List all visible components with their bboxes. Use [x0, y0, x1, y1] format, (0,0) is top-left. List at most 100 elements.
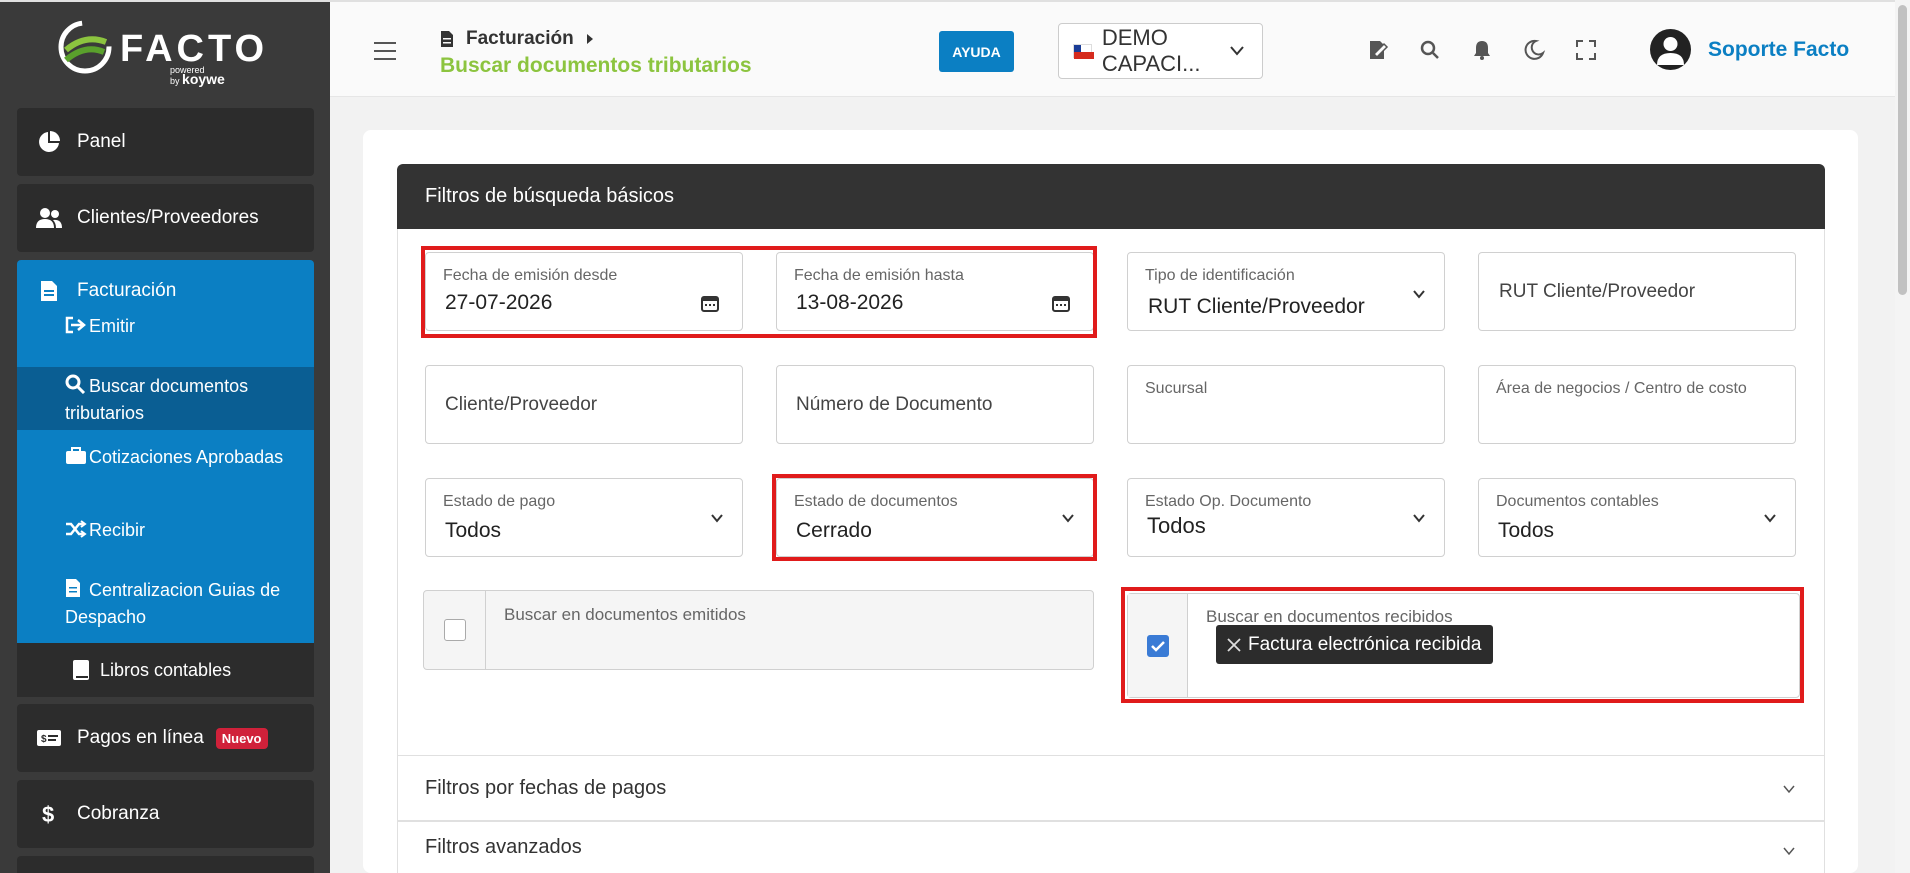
- breadcrumb: Facturación: [440, 28, 594, 50]
- sidebar-item-label: Clientes/Proveedores: [77, 207, 259, 228]
- sub-label: Recibir: [89, 520, 146, 540]
- estado-pago-select[interactable]: Estado de pago Todos: [425, 478, 743, 557]
- caret-right-icon: [586, 33, 594, 45]
- accordion-filtros-avanzados[interactable]: Filtros avanzados: [397, 821, 1825, 873]
- sidebar-sub-recibir[interactable]: Recibir: [17, 518, 314, 550]
- book-icon: [72, 659, 90, 681]
- sidebar-sub-cotizaciones[interactable]: Cotizaciones Aprobadas: [17, 438, 314, 493]
- sidebar-item-facturacion[interactable]: Facturación: [35, 280, 176, 302]
- tipo-identificacion-select[interactable]: Tipo de identificación RUT Cliente/Prove…: [1127, 252, 1445, 331]
- sidebar-sub-centralizacion[interactable]: Centralizacion Guias de Despacho: [17, 578, 314, 633]
- search-icon[interactable]: [1418, 38, 1442, 62]
- search-icon: [65, 374, 87, 401]
- chevron-down-icon: [1413, 514, 1425, 523]
- sucursal-select[interactable]: Sucursal: [1127, 365, 1445, 444]
- pie-chart-icon: [35, 128, 63, 156]
- user-name[interactable]: Soporte Facto: [1708, 38, 1849, 62]
- highlight-estado-documentos: [772, 474, 1097, 561]
- file-icon: [440, 30, 454, 48]
- sidebar-sub-libros[interactable]: Libros contables: [17, 643, 314, 697]
- shuffle-icon: [65, 520, 87, 545]
- emitidos-field: Buscar en documentos emitidos: [423, 590, 1094, 670]
- chile-flag-icon: [1073, 44, 1094, 59]
- avatar[interactable]: [1650, 29, 1691, 70]
- sidebar-item-pagos[interactable]: $ Pagos en línea Nuevo: [17, 704, 314, 772]
- signature-icon[interactable]: [1366, 38, 1390, 62]
- chevron-down-icon: [711, 514, 723, 523]
- by-text: by: [170, 76, 180, 86]
- field-value: RUT Cliente/Proveedor: [1148, 295, 1365, 318]
- field-label: Tipo de identificación: [1145, 267, 1295, 284]
- field-label: Buscar en documentos emitidos: [504, 605, 746, 624]
- money-bill-icon: $: [35, 724, 63, 752]
- accordion-fechas-pagos[interactable]: Filtros por fechas de pagos: [397, 755, 1825, 821]
- sub-label: Cotizaciones Aprobadas: [89, 447, 284, 467]
- chevron-down-icon: [1764, 514, 1776, 523]
- sidebar-sub-buscar[interactable]: Buscar documentos tributarios: [17, 367, 314, 430]
- estado-op-select[interactable]: Estado Op. Documento Todos: [1127, 478, 1445, 557]
- brand-powered: powered by koywe: [170, 66, 225, 87]
- rut-input[interactable]: RUT Cliente/Proveedor: [1478, 252, 1796, 331]
- emitidos-checkbox[interactable]: [443, 619, 466, 641]
- breadcrumb-label[interactable]: Facturación: [466, 28, 574, 50]
- facto-logo[interactable]: FACTO powered by koywe: [58, 18, 278, 86]
- field-placeholder: Número de Documento: [796, 394, 993, 415]
- cliente-proveedor-input[interactable]: Cliente/Proveedor: [425, 365, 743, 444]
- field-value: Todos: [1498, 519, 1555, 542]
- field-label: Estado Op. Documento: [1145, 493, 1312, 510]
- sidebar-item-cobranza[interactable]: $ Cobranza: [17, 780, 314, 848]
- sidebar-item-panel[interactable]: Panel: [17, 108, 314, 176]
- field-placeholder: RUT Cliente/Proveedor: [1499, 281, 1696, 302]
- accordion-label: Filtros avanzados: [425, 835, 582, 858]
- panel-title: Filtros de búsqueda básicos: [425, 185, 675, 207]
- dollar-icon: $: [35, 800, 63, 828]
- highlight-dates: [421, 246, 1097, 338]
- field-value: Todos: [445, 519, 502, 542]
- sub-label: Emitir: [89, 316, 135, 336]
- chevron-down-icon: [1783, 847, 1795, 856]
- sub-label: Centralizacion Guias de Despacho: [65, 580, 281, 627]
- menu-toggle-icon[interactable]: [374, 42, 396, 60]
- sidebar-item-more[interactable]: [17, 856, 314, 873]
- numero-documento-input[interactable]: Número de Documento: [776, 365, 1094, 444]
- sidebar-item-label: Panel: [77, 131, 126, 152]
- user-icon: [1657, 37, 1684, 65]
- scrollbar-thumb[interactable]: [1898, 5, 1907, 295]
- sidebar-sub-emitir[interactable]: Emitir: [17, 314, 314, 346]
- company-select[interactable]: DEMO CAPACI...: [1058, 23, 1263, 79]
- file-icon: [35, 280, 63, 302]
- sidebar-item-label: Cobranza: [77, 803, 160, 824]
- fullscreen-icon[interactable]: [1574, 38, 1598, 62]
- users-icon: [35, 204, 63, 232]
- highlight-recibidos: [1121, 587, 1804, 703]
- page-scrollbar[interactable]: [1895, 0, 1910, 873]
- sidebar: FACTO powered by koywe Panel Clientes/Pr…: [0, 0, 330, 873]
- sign-out-icon: [65, 316, 87, 341]
- field-label: Documentos contables: [1496, 493, 1659, 510]
- field-value: Todos: [1147, 513, 1206, 538]
- sidebar-item-clientes[interactable]: Clientes/Proveedores: [17, 184, 314, 252]
- chevron-down-icon: [1230, 46, 1244, 56]
- chevron-down-icon: [1413, 290, 1425, 299]
- sidebar-facturacion-group: Facturación Emitir Buscar documentos tri…: [17, 260, 314, 643]
- sidebar-item-label: Facturación: [77, 280, 177, 301]
- sidebar-item-label: Pagos en línea: [77, 727, 204, 748]
- field-label: Sucursal: [1145, 380, 1208, 397]
- partner-name: koywe: [182, 71, 225, 87]
- basic-filters-header[interactable]: Filtros de búsqueda básicos: [397, 164, 1825, 229]
- field-placeholder: Cliente/Proveedor: [445, 394, 598, 415]
- page-title: Buscar documentos tributarios: [440, 54, 752, 77]
- emitidos-checkbox-cell: [424, 591, 486, 669]
- chevron-down-icon: [1783, 785, 1795, 794]
- top-header: Facturación Buscar documentos tributario…: [330, 0, 1910, 97]
- moon-icon[interactable]: [1522, 38, 1546, 62]
- field-label: Estado de pago: [443, 493, 556, 510]
- help-button[interactable]: AYUDA: [939, 31, 1014, 72]
- facto-logo-icon: [58, 20, 112, 74]
- new-badge: Nuevo: [215, 727, 268, 749]
- bell-icon[interactable]: [1470, 38, 1494, 62]
- documentos-contables-select[interactable]: Documentos contables Todos: [1478, 478, 1796, 557]
- area-negocios-select[interactable]: Área de negocios / Centro de costo: [1478, 365, 1796, 444]
- field-label: Área de negocios / Centro de costo: [1496, 380, 1747, 397]
- briefcase-icon: [65, 447, 87, 472]
